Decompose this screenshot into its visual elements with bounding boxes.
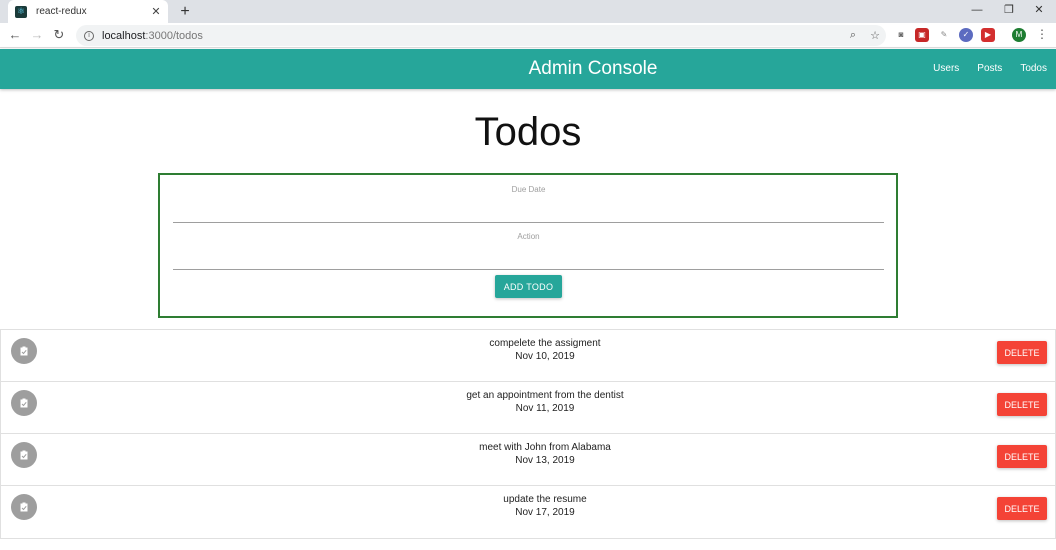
main-nav: Users Posts Todos bbox=[924, 49, 1056, 89]
info-icon[interactable]: i bbox=[84, 30, 94, 41]
todo-date-text: Nov 13, 2019 bbox=[515, 455, 575, 466]
action-field: Action bbox=[173, 232, 884, 270]
browser-tab[interactable]: ⚛ react-redux ✕ bbox=[8, 0, 168, 23]
due-date-field: Due Date bbox=[173, 185, 884, 223]
todo-item: get an appointment from the dentist Nov … bbox=[1, 382, 1055, 434]
page-title: Todos bbox=[474, 110, 582, 154]
clipboard-check-icon bbox=[11, 442, 37, 468]
url-path: :3000/todos bbox=[145, 29, 203, 42]
bookmark-star-icon[interactable]: ☆ bbox=[864, 29, 886, 42]
new-tab-button[interactable]: + bbox=[176, 3, 194, 21]
todo-action-text: compelete the assigment bbox=[489, 338, 601, 349]
address-bar[interactable]: i localhost:3000/todos ⌕ ☆ bbox=[76, 25, 886, 46]
camera-extension-icon[interactable]: ◙ bbox=[894, 28, 908, 42]
url-host: localhost bbox=[102, 29, 146, 42]
todo-list: compelete the assigment Nov 10, 2019 DEL… bbox=[0, 329, 1056, 539]
clipboard-check-icon bbox=[11, 338, 37, 364]
todo-action-text: get an appointment from the dentist bbox=[466, 390, 624, 401]
minimize-button[interactable]: — bbox=[960, 0, 994, 23]
reload-icon[interactable]: ↻ bbox=[50, 26, 68, 44]
url-text[interactable]: localhost:3000/todos bbox=[102, 30, 842, 42]
todo-item: meet with John from Alabama Nov 13, 2019… bbox=[1, 434, 1055, 486]
nav-link-todos[interactable]: Todos bbox=[1011, 49, 1056, 89]
delete-todo-button[interactable]: DELETE bbox=[997, 393, 1047, 416]
back-arrow-icon[interactable]: ← bbox=[6, 26, 24, 44]
browser-toolbar: ← → ↻ i localhost:3000/todos ⌕ ☆ ◙ ▣ ✎ ✓… bbox=[0, 23, 1056, 48]
todo-date-text: Nov 11, 2019 bbox=[515, 403, 575, 414]
nav-link-users[interactable]: Users bbox=[924, 49, 968, 89]
todo-action-text: update the resume bbox=[503, 494, 587, 505]
delete-todo-button[interactable]: DELETE bbox=[997, 445, 1047, 468]
app-header: Admin Console Users Posts Todos bbox=[0, 49, 1056, 89]
todo-date-text: Nov 17, 2019 bbox=[515, 507, 575, 518]
clipboard-check-icon bbox=[11, 494, 37, 520]
restore-button[interactable]: ❐ bbox=[992, 0, 1026, 23]
todo-item: update the resume Nov 17, 2019 DELETE bbox=[1, 486, 1055, 538]
red-extension-icon[interactable]: ▣ bbox=[915, 28, 929, 42]
action-input[interactable] bbox=[173, 248, 884, 270]
add-todo-button[interactable]: ADD TODO bbox=[495, 275, 562, 298]
todo-item: compelete the assigment Nov 10, 2019 DEL… bbox=[1, 330, 1055, 382]
brand-logo: Admin Console bbox=[0, 49, 1056, 89]
tab-title: react-redux bbox=[36, 6, 87, 17]
due-date-label: Due Date bbox=[511, 185, 546, 194]
action-label: Action bbox=[517, 232, 540, 241]
browser-tabstrip: ⚛ react-redux ✕ + — ❐ ✕ bbox=[0, 0, 1056, 23]
browser-menu-icon[interactable]: ⋮ bbox=[1036, 27, 1048, 41]
check-extension-icon[interactable]: ✓ bbox=[959, 28, 973, 42]
clipboard-check-icon bbox=[11, 390, 37, 416]
add-todo-form: Due Date Action ADD TODO bbox=[158, 173, 898, 318]
due-date-input[interactable] bbox=[173, 201, 884, 223]
todo-date-text: Nov 10, 2019 bbox=[515, 351, 575, 362]
delete-todo-button[interactable]: DELETE bbox=[997, 341, 1047, 364]
close-tab-icon[interactable]: ✕ bbox=[148, 5, 164, 18]
nav-link-posts[interactable]: Posts bbox=[968, 49, 1011, 89]
react-favicon-icon: ⚛ bbox=[15, 5, 27, 18]
forward-arrow-icon[interactable]: → bbox=[28, 26, 46, 44]
delete-todo-button[interactable]: DELETE bbox=[997, 497, 1047, 520]
brand-text[interactable]: Admin Console bbox=[529, 58, 658, 79]
profile-avatar[interactable]: M bbox=[1012, 28, 1026, 42]
close-window-button[interactable]: ✕ bbox=[1022, 0, 1056, 23]
zoom-icon[interactable]: ⌕ bbox=[842, 29, 864, 42]
pin-extension-icon[interactable]: ✎ bbox=[937, 28, 951, 42]
video-extension-icon[interactable]: ▶ bbox=[981, 28, 995, 42]
todo-action-text: meet with John from Alabama bbox=[479, 442, 611, 453]
